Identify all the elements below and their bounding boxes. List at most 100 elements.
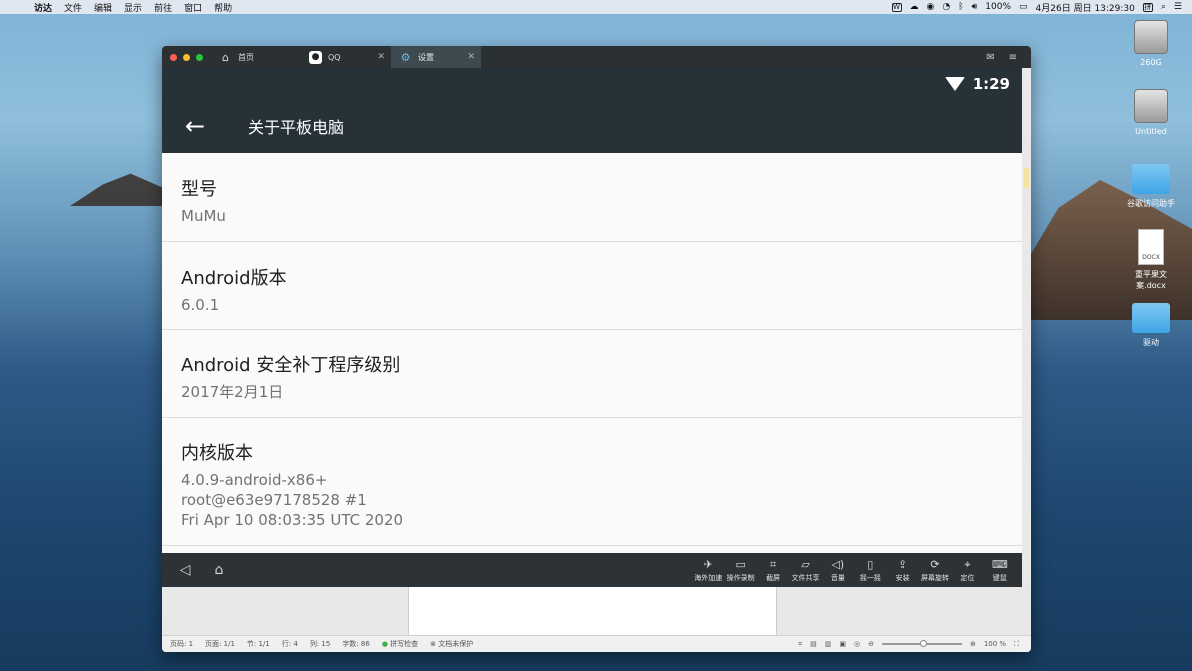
desktop-icon-disk-260g[interactable]: 260G: [1121, 20, 1181, 67]
circle-icon[interactable]: ◉: [927, 2, 935, 12]
minimize-window-button[interactable]: [183, 53, 190, 61]
zoom-window-button[interactable]: [196, 53, 203, 61]
record-icon: ▭: [735, 557, 746, 571]
tab-home[interactable]: ⌂ 首页: [211, 46, 301, 68]
settings-list: 型号 MuMu Android版本 6.0.1 Android 安全补丁程序级别…: [162, 153, 1022, 553]
focus-mode-icon[interactable]: ⌗: [798, 640, 802, 649]
tab-settings[interactable]: ⚙ 设置 ✕: [391, 46, 481, 68]
tool-keymap[interactable]: ⌨ 键鼠: [984, 558, 1016, 583]
list-item-kernel-version[interactable]: 内核版本 4.0.9-android-x86+ root@e63e9717852…: [162, 418, 1022, 546]
desktop-icon-label: Untitled: [1135, 127, 1167, 136]
tab-bar: ⌂ 首页 ● QQ ✕ ⚙ 设置 ✕ ✉ ≡: [162, 46, 1031, 68]
read-view-icon[interactable]: ▥: [825, 640, 832, 648]
tool-label: 屏幕旋转: [921, 573, 950, 582]
scrollbar[interactable]: [1022, 68, 1031, 608]
menu-window[interactable]: 窗口: [178, 1, 208, 14]
item-value: 2017年2月1日: [181, 383, 284, 401]
scrollbar-thumb[interactable]: [1024, 168, 1029, 188]
zoom-out-icon[interactable]: ⊖: [868, 640, 874, 648]
list-item-security-patch[interactable]: Android 安全补丁程序级别 2017年2月1日: [162, 330, 1022, 418]
tool-shake[interactable]: ▯ 摇一摇: [854, 558, 886, 583]
list-item-model[interactable]: 型号 MuMu: [162, 153, 1022, 242]
menu-icon[interactable]: ≡: [1009, 52, 1017, 63]
status-column[interactable]: 列: 15: [310, 639, 331, 649]
status-page[interactable]: 页码: 1: [170, 639, 193, 649]
desktop-icon-disk-untitled[interactable]: Untitled: [1121, 89, 1181, 136]
eye-icon[interactable]: ◎: [854, 640, 860, 648]
nav-back-icon[interactable]: ◁: [174, 562, 196, 578]
spotlight-icon[interactable]: ⌕: [1161, 2, 1166, 12]
doc-protect[interactable]: ⊗ 文档未保护: [430, 639, 473, 649]
tool-label: 操作录制: [726, 573, 755, 582]
emulator-window: ⌂ 首页 ● QQ ✕ ⚙ 设置 ✕ ✉ ≡ 1:29 ← 关于平板电脑 型号 …: [162, 46, 1031, 652]
page-view-icon[interactable]: ▤: [810, 640, 817, 648]
desktop-icon-folder-driver[interactable]: 驱动: [1121, 303, 1181, 348]
datetime[interactable]: 4月26日 周日 13:29:30: [1036, 1, 1135, 14]
zoom-in-icon[interactable]: ⊕: [970, 640, 976, 648]
item-value: root@e63e97178528 #1: [181, 491, 367, 509]
menu-help[interactable]: 帮助: [208, 1, 238, 14]
notification-center-icon[interactable]: ☰: [1174, 2, 1182, 12]
status-app-icon[interactable]: W: [891, 2, 902, 12]
desktop-icon-label: 260G: [1140, 58, 1162, 67]
spell-check[interactable]: ● 拼写检查: [382, 639, 418, 649]
menu-file[interactable]: 文件: [58, 1, 88, 14]
input-method[interactable]: 拼: [1142, 2, 1153, 12]
disk-icon: [1134, 20, 1168, 54]
status-line[interactable]: 行: 4: [282, 639, 298, 649]
menu-go[interactable]: 前往: [148, 1, 178, 14]
tool-label: 文件共享: [791, 573, 820, 582]
item-value: 6.0.1: [181, 296, 220, 314]
status-pages[interactable]: 页面: 1/1: [205, 639, 235, 649]
accelerate-icon: ✈: [703, 557, 713, 571]
rotate-screen-icon: ⟳: [930, 557, 940, 571]
item-value: MuMu: [181, 207, 226, 225]
disk-icon: [1134, 89, 1168, 123]
zoom-slider-knob[interactable]: [919, 640, 927, 647]
bluetooth-icon[interactable]: ᛒ: [958, 2, 963, 12]
volume-status-icon[interactable]: 🔊︎: [972, 2, 978, 12]
menu-edit[interactable]: 编辑: [88, 1, 118, 14]
item-label: Android版本: [181, 268, 287, 289]
status-section[interactable]: 节: 1/1: [247, 639, 270, 649]
menu-bar: 访达 文件 编辑 显示 前往 窗口 帮助 W ☁ ◉ ◔ ᛒ 🔊︎ 100% ▭…: [0, 0, 1192, 14]
tool-rotate[interactable]: ⟳ 屏幕旋转: [919, 558, 951, 583]
desktop-icon-docx[interactable]: DOCX 重平果文案.docx: [1121, 229, 1181, 291]
web-view-icon[interactable]: ▣: [839, 640, 846, 648]
desktop-icon-label: 谷歌访问助手: [1127, 199, 1175, 208]
tool-accelerate[interactable]: ✈ 海外加速: [692, 558, 724, 583]
status-word-count[interactable]: 字数: 86: [342, 639, 370, 649]
window-controls: [162, 53, 211, 61]
back-arrow-icon[interactable]: ←: [162, 112, 228, 140]
document-page[interactable]: [408, 587, 777, 635]
tool-volume[interactable]: ◁) 音量: [822, 558, 854, 583]
battery-icon[interactable]: ▭: [1019, 2, 1028, 12]
cloud-icon[interactable]: ☁: [910, 2, 919, 12]
nav-home-icon[interactable]: ⌂: [208, 562, 230, 578]
emulator-toolbar: ◁ ⌂ ✈ 海外加速 ▭ 操作录制 ⌗ 截屏 ▱ 文件共享 ◁) 音量 ▯ 摇一摇 ⇪ 安装 …: [162, 553, 1022, 587]
desktop-icon-folder-google[interactable]: 谷歌访问助手: [1121, 164, 1181, 209]
menu-finder[interactable]: 访达: [28, 1, 58, 14]
close-tab-icon[interactable]: ✕: [377, 52, 385, 62]
battery-percent: 100%: [985, 2, 1012, 12]
zoom-slider[interactable]: [881, 640, 962, 647]
tab-qq[interactable]: ● QQ ✕: [301, 46, 391, 68]
tool-record[interactable]: ▭ 操作录制: [724, 558, 756, 583]
fullscreen-icon[interactable]: ⛶: [1014, 640, 1019, 649]
tool-screenshot[interactable]: ⌗ 截屏: [757, 558, 789, 583]
tool-file-share[interactable]: ▱ 文件共享: [789, 558, 821, 583]
android-status-bar: 1:29: [162, 68, 1022, 99]
docx-badge: DOCX: [1142, 254, 1160, 261]
zoom-level[interactable]: 100 %: [984, 640, 1006, 648]
timer-icon[interactable]: ◔: [942, 2, 950, 12]
tool-install-apk[interactable]: ⇪ 安装: [886, 558, 918, 583]
folder-icon: [1132, 303, 1170, 333]
list-item-android-version[interactable]: Android版本 6.0.1: [162, 242, 1022, 330]
tool-location[interactable]: ⌖ 定位: [951, 558, 983, 583]
mail-icon[interactable]: ✉: [986, 52, 994, 63]
close-tab-icon[interactable]: ✕: [467, 52, 475, 62]
close-window-button[interactable]: [170, 53, 177, 61]
desktop-icon-label: 重平果文案.docx: [1135, 270, 1167, 290]
app-bar: ← 关于平板电脑: [162, 99, 1022, 153]
menu-view[interactable]: 显示: [118, 1, 148, 14]
